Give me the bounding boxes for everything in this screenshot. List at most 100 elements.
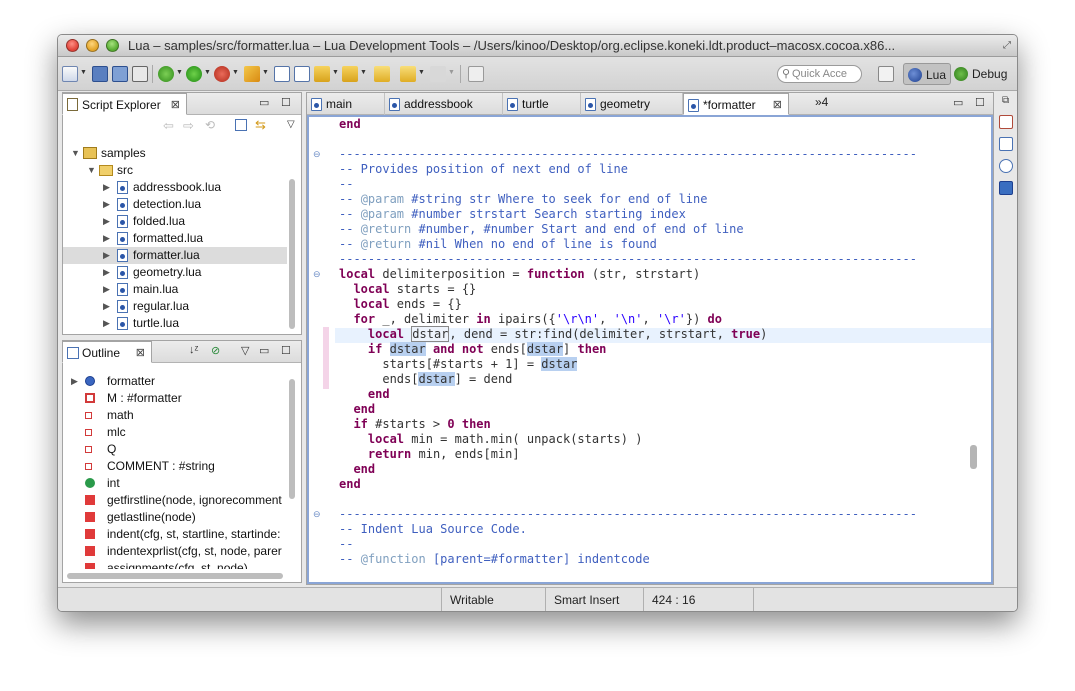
open-perspective-icon[interactable]: [878, 66, 894, 82]
maximize-view-icon[interactable]: ☐: [281, 344, 291, 357]
editor-tab[interactable]: turtle: [503, 93, 581, 115]
minimize-view-icon[interactable]: ▭: [259, 96, 269, 109]
fold-toggle-icon[interactable]: ⊖: [313, 149, 321, 160]
tree-file-item[interactable]: ▶ geometry.lua: [63, 264, 287, 281]
back-dropdown-icon[interactable]: ▼: [418, 69, 425, 76]
show-whitespace-icon[interactable]: [294, 66, 310, 82]
perspective-debug-button[interactable]: Debug: [950, 63, 1010, 85]
outline-item[interactable]: getlastline(node): [63, 509, 287, 526]
tree-file-item[interactable]: ▶ addressbook.lua: [63, 179, 287, 196]
script-explorer-scrollbar[interactable]: [289, 179, 295, 329]
outline-item[interactable]: Q: [63, 441, 287, 458]
restore-trim-icon[interactable]: ⧉: [1002, 95, 1009, 106]
outline-item[interactable]: int: [63, 475, 287, 492]
close-window-button[interactable]: [66, 39, 79, 52]
tree-project-samples[interactable]: ▼ samples: [63, 145, 287, 162]
last-edit-location-icon[interactable]: [374, 66, 390, 82]
fullscreen-icon[interactable]: ⤢: [1003, 40, 1011, 51]
expanded-arrow-icon[interactable]: ▼: [71, 145, 80, 162]
collapsed-arrow-icon[interactable]: ▶: [103, 298, 110, 315]
print-icon[interactable]: [132, 66, 148, 82]
editor-tab[interactable]: main: [307, 93, 385, 115]
minimize-editor-icon[interactable]: ▭: [953, 96, 963, 109]
problems-icon[interactable]: [999, 137, 1013, 151]
close-tab-icon[interactable]: ⊠: [171, 94, 180, 116]
view-menu-icon[interactable]: ▽: [287, 119, 295, 130]
perspective-lua-button[interactable]: Lua: [903, 63, 951, 85]
tab-script-explorer[interactable]: Script Explorer ⊠: [62, 93, 187, 115]
task-list-icon[interactable]: [999, 115, 1013, 129]
pin-editor-icon[interactable]: [468, 66, 484, 82]
run-icon[interactable]: [186, 66, 202, 82]
tree-file-item[interactable]: ▶ turtle.lua: [63, 315, 287, 331]
debug-icon[interactable]: [158, 66, 174, 82]
collapsed-arrow-icon[interactable]: ▶: [103, 264, 110, 281]
task-dropdown-icon[interactable]: ▼: [262, 69, 269, 76]
external-tools-dropdown-icon[interactable]: ▼: [232, 69, 239, 76]
code-editor[interactable]: end ------------------------------------…: [307, 115, 993, 584]
save-all-icon[interactable]: [112, 66, 128, 82]
editor-tab[interactable]: *formatter ⊠: [683, 93, 789, 115]
back-icon[interactable]: [400, 66, 416, 82]
sort-icon[interactable]: ↓ᶻ: [189, 344, 198, 356]
outline-item[interactable]: COMMENT : #string: [63, 458, 287, 475]
tab-outline[interactable]: Outline ⊠: [62, 341, 152, 363]
collapsed-arrow-icon[interactable]: ▶: [103, 179, 110, 196]
outline-item[interactable]: indent(cfg, st, startline, startinde:: [63, 526, 287, 543]
outline-item[interactable]: getfirstline(node, ignorecomment: [63, 492, 287, 509]
previous-annotation-dropdown-icon[interactable]: ▼: [360, 69, 367, 76]
collapsed-arrow-icon[interactable]: ▶: [103, 196, 110, 213]
tree-file-item[interactable]: ▶ detection.lua: [63, 196, 287, 213]
next-annotation-dropdown-icon[interactable]: ▼: [332, 69, 339, 76]
next-annotation-icon[interactable]: [314, 66, 330, 82]
forward-dropdown-icon[interactable]: ▼: [448, 69, 455, 76]
collapsed-arrow-icon[interactable]: ▶: [103, 213, 110, 230]
tree-folder-src[interactable]: ▼ src: [63, 162, 287, 179]
maximize-editor-icon[interactable]: ☐: [975, 96, 985, 109]
collapsed-arrow-icon[interactable]: ▶: [103, 315, 110, 331]
outline-item[interactable]: mlc: [63, 424, 287, 441]
fold-toggle-icon[interactable]: ⊖: [313, 509, 321, 520]
tree-file-item[interactable]: ▶ regular.lua: [63, 298, 287, 315]
toggle-breadcrumb-icon[interactable]: [274, 66, 290, 82]
outline-item[interactable]: ▶ formatter: [63, 373, 287, 390]
forward-nav-icon[interactable]: ⇨: [183, 118, 194, 134]
hide-fields-icon[interactable]: ⊘: [211, 344, 220, 357]
collapsed-arrow-icon[interactable]: ▶: [71, 373, 78, 390]
outline-item[interactable]: indentexprlist(cfg, st, node, parer: [63, 543, 287, 560]
new-file-icon[interactable]: [62, 66, 78, 82]
editor-tab[interactable]: addressbook: [385, 93, 503, 115]
close-tab-icon[interactable]: ⊠: [773, 94, 782, 116]
save-icon[interactable]: [92, 66, 108, 82]
collapsed-arrow-icon[interactable]: ▶: [103, 281, 110, 298]
console-icon[interactable]: [999, 181, 1013, 195]
minimize-window-button[interactable]: [86, 39, 99, 52]
previous-annotation-icon[interactable]: [342, 66, 358, 82]
up-nav-icon[interactable]: ⟲: [205, 118, 215, 132]
debug-dropdown-icon[interactable]: ▼: [176, 69, 183, 76]
fold-toggle-icon[interactable]: ⊖: [313, 269, 321, 280]
outline-item[interactable]: assignments(cfg, st, node): [63, 560, 287, 569]
collapsed-arrow-icon[interactable]: ▶: [103, 247, 110, 264]
forward-icon[interactable]: [430, 66, 446, 82]
link-with-editor-icon[interactable]: ⇆: [255, 117, 266, 133]
tree-file-item[interactable]: ▶ main.lua: [63, 281, 287, 298]
tree-file-item[interactable]: ▶ formatter.lua: [63, 247, 287, 264]
maximize-view-icon[interactable]: ☐: [281, 96, 291, 109]
back-nav-icon[interactable]: ⇦: [163, 118, 174, 134]
view-menu-icon[interactable]: ▽: [241, 344, 249, 357]
collapsed-arrow-icon[interactable]: ▶: [103, 230, 110, 247]
declaration-icon[interactable]: [999, 159, 1013, 173]
editor-scrollbar[interactable]: [970, 445, 977, 469]
new-dropdown-icon[interactable]: ▼: [80, 69, 87, 76]
external-tools-icon[interactable]: [214, 66, 230, 82]
outline-horizontal-scrollbar[interactable]: [67, 573, 283, 579]
editor-tab[interactable]: geometry: [581, 93, 683, 115]
collapse-all-icon[interactable]: [235, 119, 247, 131]
outline-item[interactable]: M : #formatter: [63, 390, 287, 407]
quick-access-input[interactable]: ⚲ Quick Acce: [777, 65, 862, 83]
tree-file-item[interactable]: ▶ folded.lua: [63, 213, 287, 230]
tree-file-item[interactable]: ▶ formatted.lua: [63, 230, 287, 247]
minimize-view-icon[interactable]: ▭: [259, 344, 269, 357]
outline-vertical-scrollbar[interactable]: [289, 379, 295, 499]
